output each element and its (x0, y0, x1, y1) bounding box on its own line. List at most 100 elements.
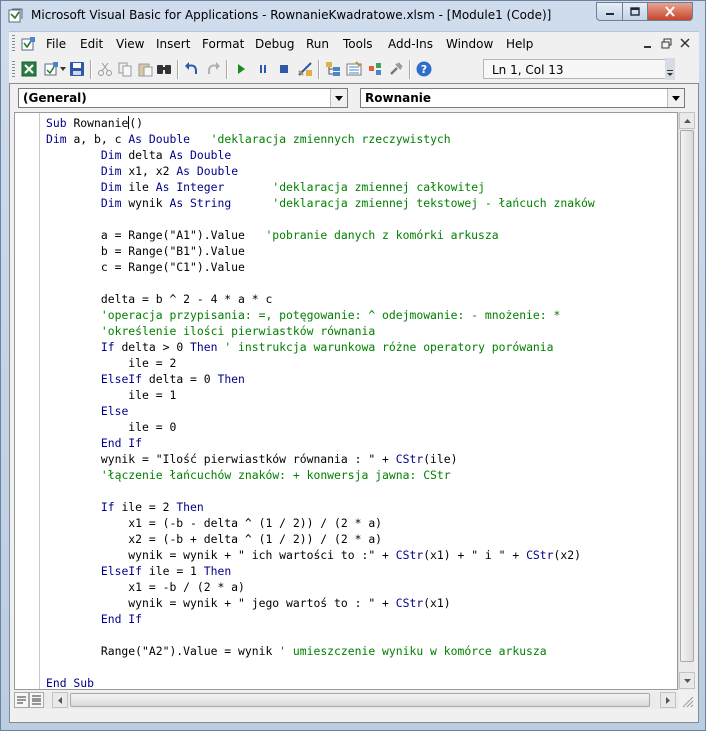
code-line[interactable]: x2 = (-b + delta ^ (1 / 2)) / (2 * a) (46, 531, 595, 547)
reset-icon[interactable] (276, 61, 292, 77)
properties-icon[interactable] (346, 61, 362, 77)
object-combo-button[interactable] (330, 89, 347, 107)
code-line[interactable]: delta = b ^ 2 - 4 * a * c (46, 291, 595, 307)
code-line[interactable]: End If (46, 435, 595, 451)
procedure-combo-button[interactable] (667, 89, 684, 107)
code-line[interactable] (46, 483, 595, 499)
code-editor[interactable]: Sub Rownanie() Dim a, b, c As Double 'dek… (14, 112, 678, 690)
code-line[interactable]: 'operacja przypisania: =, potęgowanie: ^… (46, 307, 595, 323)
code-line[interactable] (46, 627, 595, 643)
code-line[interactable]: wynik = wynik + " ich wartości to :" + C… (46, 547, 595, 563)
project-explorer-icon[interactable] (325, 61, 341, 77)
code-line[interactable]: wynik = wynik + " jego wartoś to : " + C… (46, 595, 595, 611)
menu-help[interactable]: Help (506, 37, 533, 51)
help-icon[interactable]: ? (416, 61, 432, 77)
close-button[interactable] (647, 2, 693, 21)
object-browser-icon[interactable] (367, 61, 383, 77)
toolbox-icon[interactable] (388, 61, 404, 77)
cut-icon[interactable] (97, 61, 113, 77)
code-keyword: Then (190, 340, 218, 354)
scroll-left-button[interactable] (52, 692, 68, 708)
code-line[interactable]: 'określenie ilości pierwiastków równania (46, 323, 595, 339)
toolbar-grip[interactable] (12, 61, 15, 78)
dropdown-arrow-icon[interactable] (60, 67, 66, 71)
horizontal-scroll-thumb[interactable] (70, 693, 650, 707)
menu-debug[interactable]: Debug (255, 37, 294, 51)
code-line[interactable]: x1 = (-b - delta ^ (1 / 2)) / (2 * a) (46, 515, 595, 531)
mdi-restore-icon[interactable] (661, 38, 672, 49)
code-line[interactable]: Sub Rownanie() (46, 115, 595, 131)
code-line[interactable]: ElseIf delta = 0 Then (46, 371, 595, 387)
code-text[interactable]: Sub Rownanie() Dim a, b, c As Double 'dek… (46, 115, 595, 689)
code-keyword: As Double (169, 148, 232, 162)
menu-add-ins[interactable]: Add-Ins (388, 37, 433, 51)
code-line[interactable]: Range("A2").Value = wynik ' umieszczenie… (46, 643, 595, 659)
code-line[interactable]: Dim x1, x2 As Double (46, 163, 595, 179)
code-line[interactable]: wynik = "Ilość pierwiastków równania : "… (46, 451, 595, 467)
excel-icon[interactable] (21, 61, 37, 77)
resize-grip-icon[interactable] (680, 694, 694, 708)
code-line[interactable]: ile = 0 (46, 419, 595, 435)
undo-icon[interactable] (184, 61, 200, 77)
run-icon[interactable] (233, 61, 249, 77)
menu-format[interactable]: Format (202, 37, 244, 51)
procedure-view-button[interactable] (14, 692, 29, 708)
mdi-close-icon[interactable] (680, 38, 690, 48)
menu-window[interactable]: Window (446, 37, 493, 51)
object-combo[interactable]: (General) (18, 88, 348, 108)
vertical-scrollbar[interactable] (678, 112, 695, 690)
menu-run[interactable]: Run (306, 37, 329, 51)
scroll-up-button[interactable] (679, 112, 695, 129)
code-line[interactable]: Dim ile As Integer 'deklaracja zmiennej … (46, 179, 595, 195)
menu-edit[interactable]: Edit (80, 37, 103, 51)
scroll-right-button[interactable] (660, 692, 676, 708)
code-line[interactable]: Else (46, 403, 595, 419)
copy-icon[interactable] (117, 61, 133, 77)
code-line[interactable] (46, 659, 595, 675)
code-line[interactable]: ile = 2 (46, 355, 595, 371)
find-icon[interactable] (156, 61, 172, 77)
margin-indicator-bar[interactable] (15, 113, 40, 689)
menu-view[interactable]: View (116, 37, 144, 51)
mdi-minimize-icon[interactable] (643, 39, 653, 49)
design-mode-icon[interactable] (297, 61, 313, 77)
minimize-button[interactable] (596, 2, 623, 21)
toolbar-options-icon[interactable] (665, 58, 675, 80)
code-line[interactable]: c = Range("C1").Value (46, 259, 595, 275)
scroll-down-button[interactable] (679, 672, 695, 689)
code-keyword: As Integer (155, 180, 225, 194)
menu-file[interactable]: File (46, 37, 66, 51)
code-line[interactable]: x1 = -b / (2 * a) (46, 579, 595, 595)
code-line[interactable]: a = Range("A1").Value 'pobranie danych z… (46, 227, 595, 243)
code-line[interactable]: ile = 1 (46, 387, 595, 403)
menu-insert[interactable]: Insert (156, 37, 190, 51)
menubar-grip[interactable] (12, 35, 15, 52)
code-line[interactable]: If delta > 0 Then ' instrukcja warunkowa… (46, 339, 595, 355)
module-code-icon[interactable] (19, 35, 37, 53)
redo-icon[interactable] (205, 61, 221, 77)
full-module-view-button[interactable] (29, 692, 44, 708)
vertical-scroll-thumb[interactable] (680, 130, 694, 662)
save-icon[interactable] (69, 61, 85, 77)
paste-icon[interactable] (137, 61, 153, 77)
code-line[interactable]: Dim delta As Double (46, 147, 595, 163)
code-line[interactable]: Dim wynik As String 'deklaracja zmiennej… (46, 195, 595, 211)
code-line[interactable]: End If (46, 611, 595, 627)
code-keyword: As Double (128, 132, 191, 146)
maximize-button[interactable] (622, 2, 648, 21)
insert-module-icon[interactable] (43, 61, 59, 77)
code-line[interactable]: If ile = 2 Then (46, 499, 595, 515)
code-line[interactable]: b = Range("B1").Value (46, 243, 595, 259)
code-line[interactable]: ElseIf ile = 1 Then (46, 563, 595, 579)
menu-tools[interactable]: Tools (343, 37, 373, 51)
code-line[interactable] (46, 275, 595, 291)
procedure-combo[interactable]: Rownanie (360, 88, 685, 108)
code-line[interactable] (46, 211, 595, 227)
title-bar[interactable]: Microsoft Visual Basic for Applications … (1, 1, 705, 31)
break-icon[interactable] (255, 61, 271, 77)
code-line[interactable]: End Sub (46, 675, 595, 689)
code-line[interactable]: 'łączenie łańcuchów znaków: + konwersja … (46, 467, 595, 483)
code-line[interactable]: Dim a, b, c As Double 'deklaracja zmienn… (46, 131, 595, 147)
